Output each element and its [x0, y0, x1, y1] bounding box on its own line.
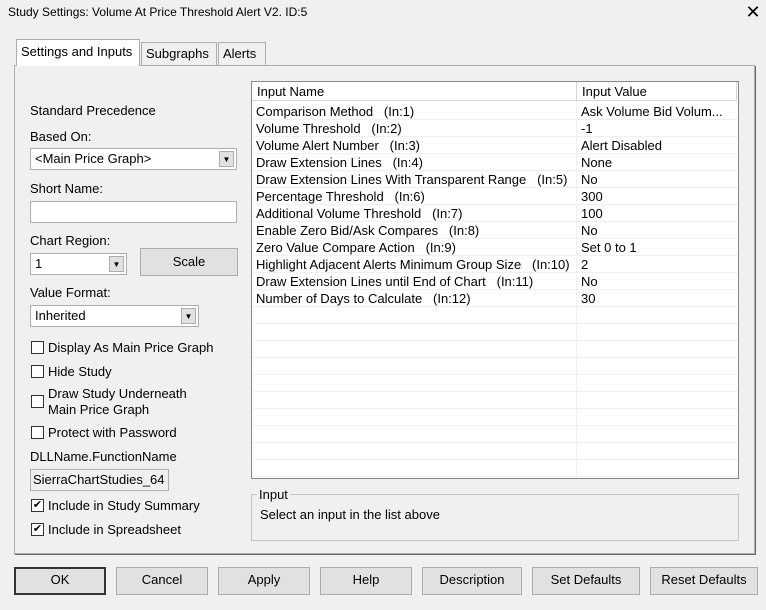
apply-button[interactable]: Apply	[218, 567, 310, 595]
input-name-cell: Enable Zero Bid/Ask Compares (In:8)	[256, 223, 480, 238]
table-row[interactable]: Percentage Threshold (In:6) 300	[252, 188, 738, 205]
table-row[interactable]	[252, 409, 738, 426]
input-value-cell[interactable]: No	[581, 223, 598, 238]
table-row[interactable]	[252, 307, 738, 324]
input-name-cell: Draw Extension Lines until End of Chart …	[256, 274, 534, 289]
input-value-cell[interactable]: Set 0 to 1	[581, 240, 637, 255]
input-name-cell: Volume Alert Number (In:3)	[256, 138, 421, 153]
scale-button[interactable]: Scale	[140, 248, 238, 276]
short-name-label: Short Name:	[30, 181, 103, 196]
value-format-value: Inherited	[35, 308, 86, 323]
reset-defaults-button[interactable]: Reset Defaults	[650, 567, 758, 595]
table-row[interactable]: Comparison Method (In:1) Ask Volume Bid V…	[252, 103, 738, 120]
input-name-cell: Additional Volume Threshold (In:7)	[256, 206, 463, 221]
chart-region-value: 1	[35, 256, 43, 271]
table-row[interactable]	[252, 443, 738, 460]
table-row[interactable]: Draw Extension Lines With Transparent Ra…	[252, 171, 738, 188]
table-row[interactable]	[252, 426, 738, 443]
tab-subgraphs[interactable]: Subgraphs	[141, 42, 217, 65]
input-name-cell: Highlight Adjacent Alerts Minimum Group …	[256, 257, 570, 272]
based-on-value: <Main Price Graph>	[35, 151, 152, 166]
protect-with-password-checkbox[interactable]	[31, 426, 44, 439]
table-row[interactable]: Highlight Adjacent Alerts Minimum Group …	[252, 256, 738, 273]
table-row[interactable]	[252, 324, 738, 341]
dll-name-label: DLLName.FunctionName	[30, 449, 177, 464]
close-button[interactable]: ✕	[740, 0, 766, 24]
table-row[interactable]: Number of Days to Calculate (In:12) 30	[252, 290, 738, 307]
input-value-cell[interactable]: None	[581, 155, 612, 170]
table-row[interactable]: Additional Volume Threshold (In:7) 100	[252, 205, 738, 222]
cancel-button[interactable]: Cancel	[116, 567, 208, 595]
input-value-cell[interactable]: No	[581, 172, 598, 187]
draw-study-underneath-label-line2: Main Price Graph	[48, 402, 150, 417]
inputs-grid[interactable]: Input Name Input Value Comparison Method…	[251, 81, 739, 479]
window-title: Study Settings: Volume At Price Threshol…	[8, 5, 308, 19]
table-row[interactable]: Draw Extension Lines until End of Chart …	[252, 273, 738, 290]
table-row[interactable]	[252, 392, 738, 409]
protect-with-password-label: Protect with Password	[48, 425, 177, 440]
based-on-select[interactable]: <Main Price Graph> ▼	[30, 148, 237, 170]
input-value-cell[interactable]: 300	[581, 189, 603, 204]
table-row[interactable]	[252, 375, 738, 392]
input-name-cell: Comparison Method (In:1)	[256, 104, 415, 119]
chevron-down-icon: ▼	[219, 151, 234, 167]
input-name-cell: Number of Days to Calculate (In:12)	[256, 291, 471, 306]
input-value-cell[interactable]: Alert Disabled	[581, 138, 662, 153]
display-as-main-price-graph-checkbox[interactable]	[31, 341, 44, 354]
help-button[interactable]: Help	[320, 567, 412, 595]
chevron-down-icon: ▼	[181, 308, 196, 324]
input-name-cell: Zero Value Compare Action (In:9)	[256, 240, 456, 255]
table-row[interactable]: Zero Value Compare Action (In:9) Set 0 to…	[252, 239, 738, 256]
include-in-study-summary-checkbox[interactable]: ✔	[31, 499, 44, 512]
input-value-cell[interactable]: No	[581, 274, 598, 289]
value-format-select[interactable]: Inherited ▼	[30, 305, 199, 327]
dll-name-field: SierraChartStudies_64	[30, 469, 169, 491]
table-row[interactable]	[252, 460, 738, 477]
input-description: Select an input in the list above	[260, 507, 440, 522]
input-value-cell[interactable]: 30	[581, 291, 595, 306]
column-header-input-name[interactable]: Input Name	[252, 82, 577, 101]
input-value-cell[interactable]: Ask Volume Bid Volum...	[581, 104, 723, 119]
draw-study-underneath-label: Draw Study Underneath	[48, 386, 187, 401]
chart-region-select[interactable]: 1 ▼	[30, 253, 127, 275]
tab-alerts[interactable]: Alerts	[218, 42, 266, 65]
input-value-cell[interactable]: 2	[581, 257, 588, 272]
chart-region-label: Chart Region:	[30, 233, 111, 248]
input-value-cell[interactable]: 100	[581, 206, 603, 221]
input-group-label: Input	[257, 487, 290, 502]
tab-settings-and-inputs[interactable]: Settings and Inputs	[16, 39, 140, 66]
table-row[interactable]	[252, 341, 738, 358]
table-row[interactable]	[252, 358, 738, 375]
chevron-down-icon: ▼	[109, 256, 124, 272]
input-name-cell: Draw Extension Lines With Transparent Ra…	[256, 172, 568, 187]
draw-study-underneath-checkbox[interactable]	[31, 395, 44, 408]
based-on-label: Based On:	[30, 129, 92, 144]
standard-precedence-label: Standard Precedence	[30, 103, 156, 118]
hide-study-checkbox[interactable]	[31, 365, 44, 378]
include-in-spreadsheet-checkbox[interactable]: ✔	[31, 523, 44, 536]
input-name-cell: Volume Threshold (In:2)	[256, 121, 402, 136]
include-in-spreadsheet-label: Include in Spreadsheet	[48, 522, 181, 537]
input-name-cell: Draw Extension Lines (In:4)	[256, 155, 423, 170]
table-row[interactable]: Draw Extension Lines (In:4) None	[252, 154, 738, 171]
display-as-main-price-graph-label: Display As Main Price Graph	[48, 340, 214, 355]
table-row[interactable]: Volume Alert Number (In:3) Alert Disabled	[252, 137, 738, 154]
hide-study-label: Hide Study	[48, 364, 112, 379]
description-button[interactable]: Description	[422, 567, 522, 595]
value-format-label: Value Format:	[30, 285, 111, 300]
ok-button[interactable]: OK	[14, 567, 106, 595]
input-value-cell[interactable]: -1	[581, 121, 593, 136]
table-row[interactable]: Volume Threshold (In:2) -1	[252, 120, 738, 137]
set-defaults-button[interactable]: Set Defaults	[532, 567, 640, 595]
input-name-cell: Percentage Threshold (In:6)	[256, 189, 425, 204]
column-header-input-value[interactable]: Input Value	[577, 82, 737, 101]
short-name-input[interactable]	[30, 201, 237, 223]
table-row[interactable]: Enable Zero Bid/Ask Compares (In:8) No	[252, 222, 738, 239]
include-in-study-summary-label: Include in Study Summary	[48, 498, 200, 513]
